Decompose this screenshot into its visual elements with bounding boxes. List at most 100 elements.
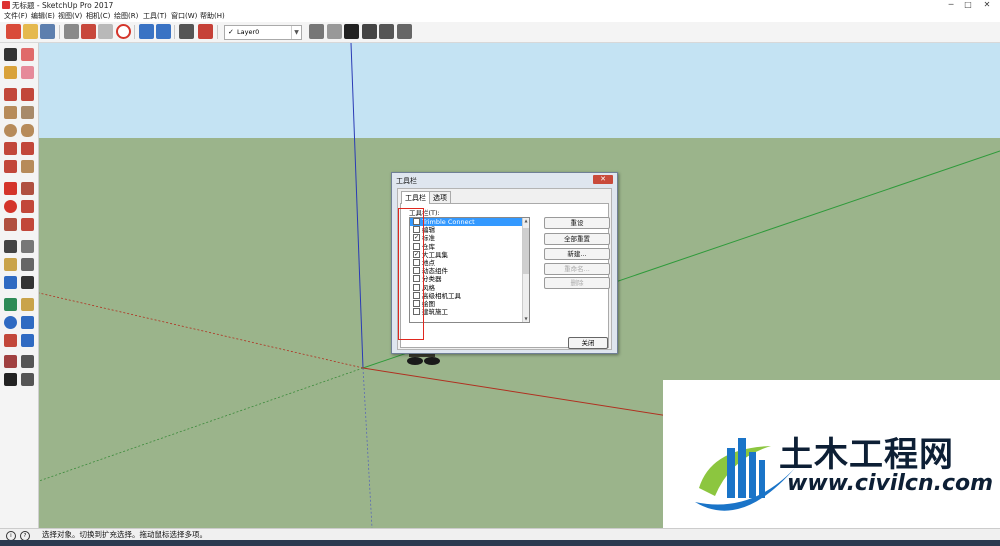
back-view-icon[interactable]	[397, 24, 412, 39]
chevron-down-icon[interactable]: ▼	[291, 26, 301, 39]
menu-view[interactable]: 视图(V)	[58, 11, 82, 22]
right-view-icon[interactable]	[379, 24, 394, 39]
push-pull-icon[interactable]	[21, 182, 34, 195]
pie-icon[interactable]	[21, 160, 34, 173]
toolbar-list-item[interactable]: ✓ 大工具集	[410, 250, 522, 259]
toolbar-separator	[217, 25, 218, 39]
axes-icon[interactable]	[4, 276, 17, 289]
os-taskbar	[0, 540, 1000, 546]
copy-icon[interactable]	[81, 24, 96, 39]
new-file-icon[interactable]	[6, 24, 21, 39]
top-view-icon[interactable]	[344, 24, 359, 39]
toolbar-list-item[interactable]: 地点	[410, 258, 522, 267]
toolbar-list-item[interactable]: 绘图	[410, 299, 522, 308]
rotate-icon[interactable]	[4, 200, 17, 213]
minimize-icon[interactable]: ─	[944, 0, 958, 10]
rectangle-icon[interactable]	[4, 106, 17, 119]
toolbar-list-item[interactable]: 建筑施工	[410, 308, 522, 316]
toolbar-list-item[interactable]: 高级相机工具	[410, 291, 522, 300]
toolbar-list-item[interactable]: 仓库	[410, 242, 522, 251]
close-icon[interactable]: ✕	[593, 175, 613, 184]
follow-me-icon[interactable]	[21, 200, 34, 213]
look-around-eye-icon[interactable]	[21, 355, 34, 368]
zoom-extents-icon[interactable]	[4, 334, 17, 347]
new-toolbar-button[interactable]: 新建...	[544, 248, 610, 260]
front-view-icon[interactable]	[362, 24, 377, 39]
layers-icon[interactable]	[309, 24, 324, 39]
undo-icon[interactable]	[139, 24, 154, 39]
paint-bucket-icon[interactable]	[4, 66, 17, 79]
tab-toolbars[interactable]: 工具栏	[401, 191, 430, 204]
menu-file[interactable]: 文件(F)	[4, 11, 28, 22]
scroll-up-icon[interactable]: ▲	[523, 218, 529, 224]
menu-draw[interactable]: 绘图(R)	[114, 11, 138, 22]
select-arrow-icon[interactable]	[4, 48, 17, 61]
blue-axis-line	[350, 43, 364, 369]
layer-dropdown[interactable]: ✓ Layer0 ▼	[224, 25, 302, 40]
menu-camera[interactable]: 相机(C)	[86, 11, 110, 22]
print-icon[interactable]	[179, 24, 194, 39]
watermark-url: www.civilcn.com	[787, 471, 994, 496]
two-point-arc-icon[interactable]	[21, 142, 34, 155]
orbit-icon[interactable]	[4, 298, 17, 311]
offset-icon[interactable]	[21, 218, 34, 231]
save-icon[interactable]	[40, 24, 55, 39]
section-plane-icon[interactable]	[21, 373, 34, 386]
layer-check-icon: ✓	[228, 28, 234, 36]
protractor-icon[interactable]	[4, 258, 17, 271]
eraser-icon[interactable]	[21, 66, 34, 79]
redo-icon[interactable]	[156, 24, 171, 39]
reset-all-button[interactable]: 全部重置	[544, 233, 610, 245]
rotated-rectangle-icon[interactable]	[21, 106, 34, 119]
dimension-icon[interactable]	[21, 240, 34, 253]
toolbar-list-item[interactable]: 风格	[410, 283, 522, 292]
reset-button[interactable]: 重设	[544, 217, 610, 229]
listbox-scrollbar[interactable]: ▲ ▼	[522, 218, 529, 322]
delete-button[interactable]: 删除	[544, 277, 610, 289]
previous-view-icon[interactable]	[21, 334, 34, 347]
close-icon[interactable]: ✕	[980, 0, 994, 10]
civilcn-watermark: 土木工程网 www.civilcn.com	[663, 380, 1000, 530]
paste-icon[interactable]	[98, 24, 113, 39]
menu-tools[interactable]: 工具(T)	[143, 11, 167, 22]
maximize-icon[interactable]: □	[961, 0, 975, 10]
move-icon[interactable]	[4, 182, 17, 195]
position-camera-icon[interactable]	[4, 355, 17, 368]
toolbar-item-label: 大工具集	[422, 250, 448, 259]
scale-icon[interactable]	[4, 218, 17, 231]
zoom-window-icon[interactable]	[21, 316, 34, 329]
three-point-arc-icon[interactable]	[4, 160, 17, 173]
open-folder-icon[interactable]	[23, 24, 38, 39]
freehand-icon[interactable]	[21, 88, 34, 101]
toolbar-list-item[interactable]: ✓ 标准	[410, 234, 522, 242]
cut-icon[interactable]	[64, 24, 79, 39]
toolbar-list-item[interactable]: 分类器	[410, 275, 522, 283]
scrollbar-thumb[interactable]	[523, 228, 529, 274]
model-info-icon[interactable]	[198, 24, 213, 39]
dialog-close-button[interactable]: 关闭	[568, 337, 608, 349]
rename-button[interactable]: 重命名...	[544, 263, 610, 275]
iso-view-icon[interactable]	[327, 24, 342, 39]
toolbar-listbox[interactable]: Trimble Connect 编辑 ✓ 标准 仓库 ✓ 大工具集 地点 动态组件 分类器 风格 高级…	[409, 217, 530, 323]
large-toolset	[0, 43, 39, 528]
scroll-down-icon[interactable]: ▼	[523, 316, 529, 322]
zoom-icon[interactable]	[4, 316, 17, 329]
circle-icon[interactable]	[4, 124, 17, 137]
menu-edit[interactable]: 编辑(E)	[31, 11, 55, 22]
line-icon[interactable]	[4, 88, 17, 101]
3d-text-icon[interactable]	[21, 276, 34, 289]
make-component-icon[interactable]	[21, 48, 34, 61]
pan-hand-icon[interactable]	[21, 298, 34, 311]
menu-help[interactable]: 帮助(H)	[200, 11, 225, 22]
erase-icon[interactable]	[116, 24, 131, 39]
polygon-icon[interactable]	[21, 124, 34, 137]
text-label-icon[interactable]	[21, 258, 34, 271]
menu-window[interactable]: 窗口(W)	[171, 11, 197, 22]
walk-footprints-icon[interactable]	[4, 373, 17, 386]
tape-measure-icon[interactable]	[4, 240, 17, 253]
toolbar-list-rows: Trimble Connect 编辑 ✓ 标准 仓库 ✓ 大工具集 地点 动态组件 分类器 风格 高级…	[410, 218, 522, 316]
toolbar-list-item[interactable]: Trimble Connect	[410, 218, 522, 227]
toolbar-separator	[134, 25, 135, 39]
toolbar-item-label: 高级相机工具	[422, 291, 461, 300]
arc-icon[interactable]	[4, 142, 17, 155]
